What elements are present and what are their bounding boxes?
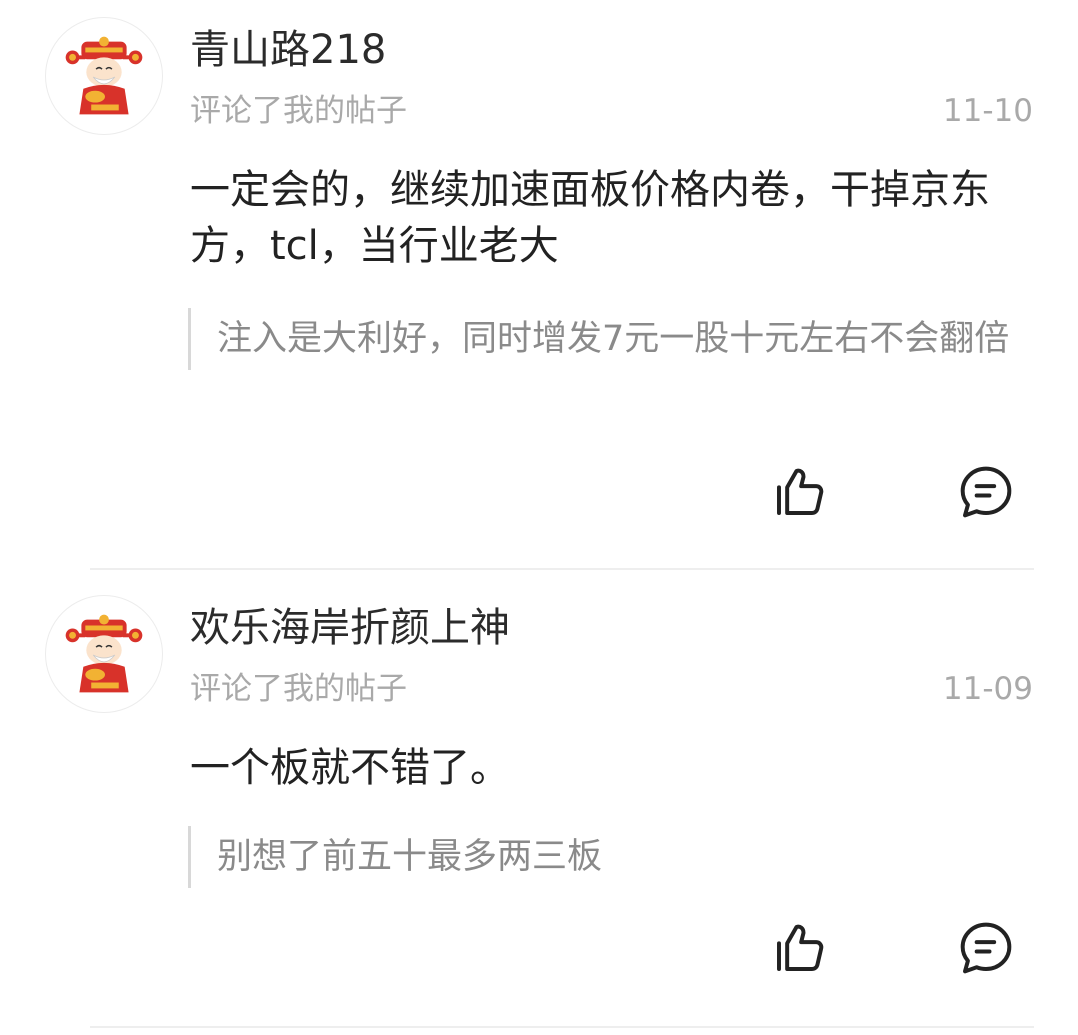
- comment-date: 11-09: [942, 671, 1033, 707]
- reply-button[interactable]: [956, 918, 1016, 978]
- caishen-avatar-icon: [65, 614, 143, 693]
- quoted-post[interactable]: 注入是大利好，同时增发7元一股十元左右不会翻倍: [188, 308, 1018, 370]
- reply-button[interactable]: [956, 462, 1016, 522]
- comment-bubble-icon: [960, 466, 1012, 518]
- avatar[interactable]: [45, 17, 163, 135]
- comment-subtitle: 评论了我的帖子: [190, 93, 407, 129]
- thumbs-up-icon: [777, 468, 824, 515]
- comment-item: 欢乐海岸折颜上神 评论了我的帖子 11-09 一个板就不错了。 别想了前五十最多…: [0, 578, 1078, 1028]
- caishen-avatar-icon: [65, 36, 143, 115]
- like-button[interactable]: [770, 918, 830, 978]
- username[interactable]: 青山路218: [190, 24, 386, 76]
- avatar[interactable]: [45, 595, 163, 713]
- comment-item: 青山路218 评论了我的帖子 11-10 一定会的，继续加速面板价格内卷，干掉京…: [0, 0, 1078, 570]
- username[interactable]: 欢乐海岸折颜上神: [190, 602, 510, 654]
- divider: [90, 1026, 1034, 1028]
- comment-date: 11-10: [942, 93, 1033, 129]
- like-button[interactable]: [770, 462, 830, 522]
- quoted-post[interactable]: 别想了前五十最多两三板: [188, 826, 1018, 888]
- comment-text: 一定会的，继续加速面板价格内卷，干掉京东方，tcl，当行业老大: [190, 167, 990, 269]
- comment-subtitle: 评论了我的帖子: [190, 671, 407, 707]
- comment-text: 一个板就不错了。: [190, 745, 510, 791]
- thumbs-up-icon: [777, 924, 824, 971]
- comment-bubble-icon: [960, 922, 1012, 974]
- divider: [90, 568, 1034, 570]
